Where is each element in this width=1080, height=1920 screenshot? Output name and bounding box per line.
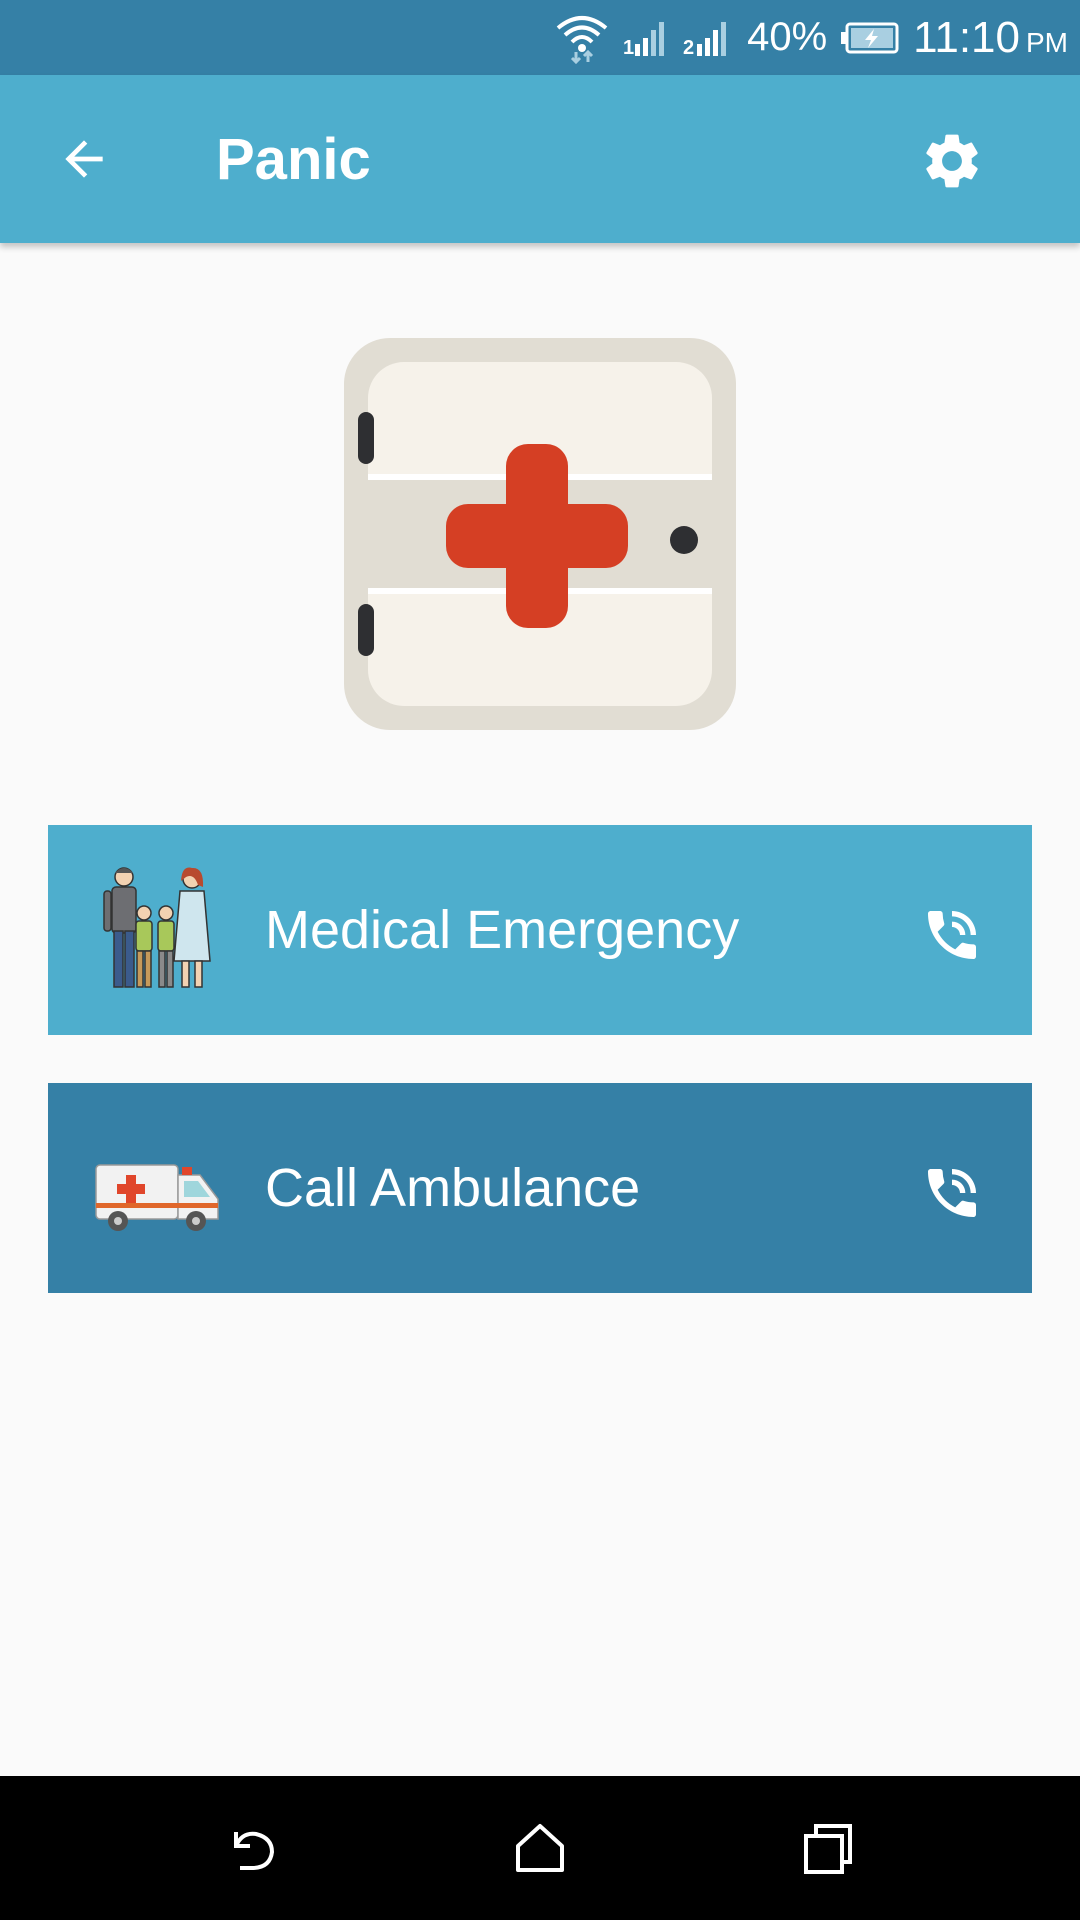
app-bar: Panic <box>0 75 1080 243</box>
battery-percent: 40% <box>747 15 828 59</box>
nav-home-button[interactable] <box>504 1812 576 1884</box>
wifi-icon <box>556 15 608 64</box>
clock-ampm: PM <box>1026 26 1068 58</box>
call-ambulance-label: Call Ambulance <box>265 1158 641 1218</box>
status-icons: 1 2 40% 11:10 PM <box>541 0 1068 75</box>
first-aid-kit-icon <box>344 338 736 730</box>
home-nav-icon <box>516 1824 564 1872</box>
signal-2-icon: 2 <box>683 21 727 58</box>
arrow-left-icon <box>65 140 103 178</box>
gear-icon <box>926 134 978 188</box>
phone-call-icon <box>928 911 976 959</box>
system-nav-bar <box>0 1776 1080 1920</box>
ambulance-illustration <box>95 1164 219 1231</box>
signal-1-icon: 1 <box>623 21 665 58</box>
svg-text:2: 2 <box>683 37 694 58</box>
status-bar: 1 2 40% 11:10 PM <box>0 0 1080 75</box>
clock-time: 11:10 <box>913 12 1020 62</box>
recents-nav-icon <box>804 1824 852 1874</box>
nav-recents-button[interactable] <box>792 1812 864 1884</box>
page-title: Panic <box>216 126 371 192</box>
settings-button[interactable] <box>914 123 990 199</box>
medical-emergency-button[interactable]: Medical Emergency <box>48 825 1032 1035</box>
back-nav-icon <box>234 1831 275 1870</box>
phone-call-icon <box>928 1169 976 1217</box>
call-ambulance-button[interactable]: Call Ambulance <box>48 1083 1032 1293</box>
svg-text:1: 1 <box>623 37 634 58</box>
family-illustration <box>103 867 211 988</box>
medical-emergency-label: Medical Emergency <box>265 900 740 960</box>
battery-charging-icon <box>841 22 899 53</box>
back-button[interactable] <box>40 119 128 199</box>
nav-back-button[interactable] <box>216 1812 288 1884</box>
